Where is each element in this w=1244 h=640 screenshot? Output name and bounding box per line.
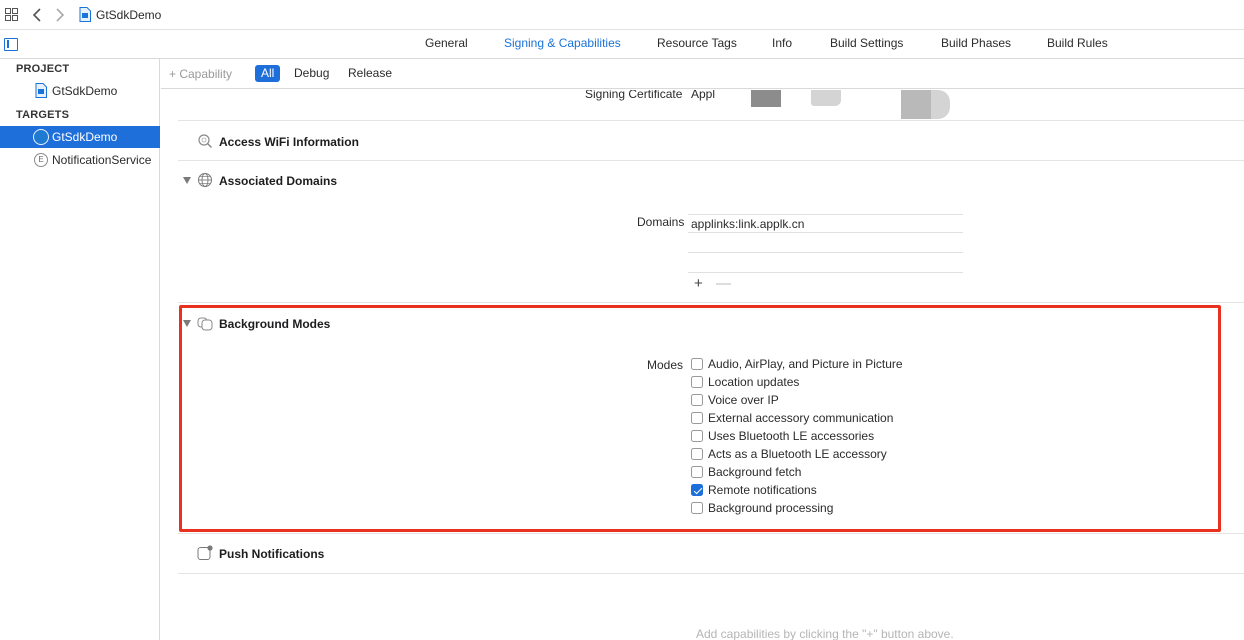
tab-resource-tags[interactable]: Resource Tags	[657, 36, 737, 50]
checkbox[interactable]	[691, 484, 703, 496]
checkbox[interactable]	[691, 466, 703, 478]
wifi-info-icon	[198, 134, 212, 148]
checkbox[interactable]	[691, 358, 703, 370]
capabilities-editor: Signing Certificate Appl Access WiFi Inf…	[161, 90, 1244, 640]
tab-build-rules[interactable]: Build Rules	[1047, 36, 1108, 50]
chevron-right-icon[interactable]	[53, 6, 67, 24]
mode-label: Uses Bluetooth LE accessories	[708, 429, 875, 443]
toolbar: GtSdkDemo	[0, 0, 1244, 30]
divider	[178, 533, 1244, 534]
tab-build-phases[interactable]: Build Phases	[941, 36, 1011, 50]
domains-label: Domains	[637, 215, 685, 229]
sidebar-item-target-app[interactable]: GtSdkDemo	[0, 126, 160, 148]
filter-all[interactable]: All	[255, 65, 281, 82]
checkbox[interactable]	[691, 412, 703, 424]
checkbox[interactable]	[691, 430, 703, 442]
disclosure-triangle-icon[interactable]	[183, 320, 191, 327]
signing-certificate-label: Signing Certificate	[585, 90, 683, 101]
extension-icon: E	[34, 153, 48, 167]
sidebar-item-project[interactable]: GtSdkDemo	[0, 80, 160, 102]
redaction-mark	[811, 90, 841, 106]
chevron-left-icon[interactable]	[30, 6, 44, 24]
globe-icon	[198, 173, 212, 187]
mode-label: Acts as a Bluetooth LE accessory	[708, 447, 887, 461]
redaction-mark	[901, 90, 931, 119]
capability-filter-bar: + Capability All Debug Release	[161, 60, 1244, 89]
domain-list-spacer	[688, 254, 963, 273]
divider	[178, 160, 1244, 161]
sidebar-item-label: GtSdkDemo	[52, 130, 118, 144]
background-modes-icon	[197, 317, 213, 331]
mode-label: Background fetch	[708, 465, 802, 479]
redaction-mark	[931, 90, 950, 119]
add-capability-button[interactable]: + Capability	[169, 67, 232, 81]
divider	[178, 302, 1244, 303]
domain-entry-row[interactable]	[688, 234, 963, 253]
mode-label: Location updates	[708, 375, 800, 389]
redaction-mark	[751, 90, 781, 107]
sidebar-item-target-extension[interactable]: E NotificationService	[0, 149, 160, 171]
tab-signing-capabilities[interactable]: Signing & Capabilities	[504, 36, 621, 50]
push-notifications-icon	[197, 545, 213, 560]
tab-info[interactable]: Info	[772, 36, 792, 50]
capability-title-push-notifications: Push Notifications	[219, 547, 325, 561]
remove-domain-button[interactable]: —	[716, 275, 731, 292]
domain-entry-text: applinks:link.applk.cn	[691, 217, 805, 231]
grid-icon[interactable]	[5, 8, 18, 21]
breadcrumb-project[interactable]: GtSdkDemo	[96, 8, 161, 22]
divider	[178, 120, 1244, 121]
mode-label: Audio, AirPlay, and Picture in Picture	[708, 357, 903, 371]
mode-label: Voice over IP	[708, 393, 779, 407]
checkbox[interactable]	[691, 448, 703, 460]
mode-label: Remote notifications	[708, 483, 817, 497]
sidebar-toggle-icon[interactable]	[4, 38, 18, 51]
project-file-icon	[79, 7, 91, 22]
checkbox[interactable]	[691, 394, 703, 406]
filter-release[interactable]: Release	[342, 65, 398, 82]
editor-tab-bar: General Signing & Capabilities Resource …	[0, 31, 1244, 59]
tab-build-settings[interactable]: Build Settings	[830, 36, 903, 50]
modes-label: Modes	[647, 358, 684, 372]
targets-section-header: TARGETS	[16, 109, 70, 121]
filter-debug[interactable]: Debug	[288, 65, 335, 82]
project-file-icon	[35, 83, 47, 98]
capability-title-wifi: Access WiFi Information	[219, 135, 359, 149]
domain-entry-row[interactable]: applinks:link.applk.cn	[688, 214, 963, 233]
capability-title-background-modes: Background Modes	[219, 317, 331, 331]
tab-general[interactable]: General	[425, 36, 468, 50]
add-domain-button[interactable]: +	[694, 275, 703, 292]
project-section-header: PROJECT	[16, 63, 70, 75]
app-target-icon	[33, 129, 49, 145]
sidebar-item-label: NotificationService	[52, 153, 152, 167]
mode-label: Background processing	[708, 501, 834, 515]
signing-certificate-value: Appl	[691, 90, 716, 101]
mode-label: External accessory communication	[708, 411, 894, 425]
capability-title-associated-domains: Associated Domains	[219, 174, 338, 188]
add-capabilities-hint: Add capabilities by clicking the "+" but…	[696, 627, 954, 640]
checkbox[interactable]	[691, 502, 703, 514]
disclosure-triangle-icon[interactable]	[183, 177, 191, 184]
sidebar-item-label: GtSdkDemo	[52, 84, 118, 98]
project-navigator: PROJECT GtSdkDemo TARGETS GtSdkDemo E No…	[0, 59, 160, 640]
divider	[178, 573, 1244, 574]
checkbox[interactable]	[691, 376, 703, 388]
